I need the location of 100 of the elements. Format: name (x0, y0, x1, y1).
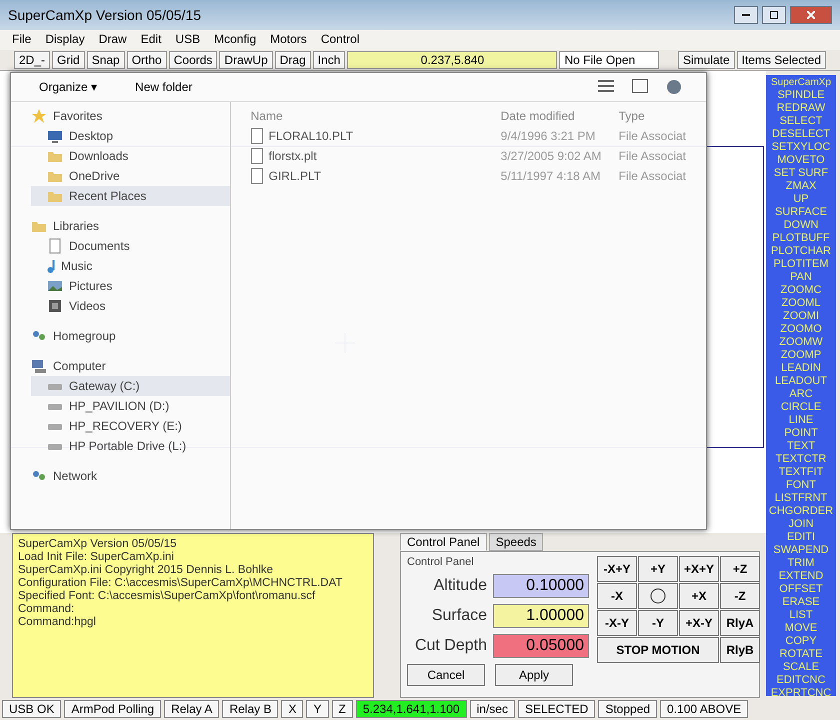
menu-item[interactable]: Motors (270, 32, 307, 48)
file-name[interactable]: FLORAL10.PLT (268, 129, 354, 143)
command-item[interactable]: ZOOMW (779, 336, 823, 349)
stop-button[interactable]: STOP MOTION (597, 637, 719, 663)
toolbar-button[interactable]: Inch (312, 51, 346, 69)
command-item[interactable]: COPY (785, 635, 817, 648)
command-item[interactable]: DOWN (784, 219, 818, 232)
new-folder-button[interactable]: New folder (131, 79, 196, 95)
panel-tab[interactable]: Control Panel (400, 533, 487, 551)
command-item[interactable]: EDITI (786, 531, 816, 544)
nav-item[interactable]: Network (31, 466, 230, 486)
jog-button[interactable]: -X (597, 583, 637, 609)
command-item[interactable]: ZOOMC (780, 284, 822, 297)
nav-item[interactable]: Music (31, 256, 230, 276)
nav-item[interactable]: HP_RECOVERY (E:) (31, 416, 230, 436)
toolbar-button[interactable]: Grid (52, 51, 85, 69)
toolbar-button[interactable]: Drag (274, 51, 311, 69)
command-item[interactable]: TEXTFIT (778, 466, 824, 479)
jog-button[interactable]: +X+Y (679, 556, 719, 582)
command-item[interactable]: PLOTITEM (773, 258, 828, 271)
dialog-button[interactable]: Apply (495, 664, 573, 686)
command-item[interactable]: EXTEND (778, 570, 824, 583)
command-item[interactable]: CHGORDER (768, 505, 834, 518)
value-field[interactable]: 0.05000 (493, 634, 589, 658)
nav-item[interactable]: HP_PAVILION (D:) (31, 396, 230, 416)
file-name[interactable]: florstx.plt (268, 149, 317, 163)
command-item[interactable]: ARC (789, 388, 813, 401)
command-item[interactable]: MOVE (784, 622, 818, 635)
command-item[interactable]: PAN (790, 271, 812, 284)
menu-item[interactable]: USB (175, 32, 200, 48)
command-item[interactable]: TEXT (786, 440, 816, 453)
jog-button[interactable]: -Y (638, 610, 678, 636)
nav-item[interactable]: Gateway (C:) (31, 376, 230, 396)
menu-item[interactable]: Mconfig (214, 32, 256, 48)
close-button[interactable] (790, 6, 832, 24)
nav-item[interactable]: HP Portable Drive (L:) (31, 436, 230, 456)
toolbar-button[interactable]: 2D_- (14, 51, 50, 69)
command-item[interactable]: ZOOMP (780, 349, 822, 362)
help-icon[interactable] (666, 79, 682, 95)
nav-item[interactable]: Desktop (31, 126, 230, 146)
toolbar-button[interactable]: Simulate (678, 51, 735, 69)
nav-item[interactable]: Computer (31, 356, 230, 376)
nav-item[interactable]: Libraries (31, 216, 230, 236)
jog-button[interactable]: RlyA (720, 610, 760, 636)
dialog-button[interactable]: Cancel (407, 664, 485, 686)
view-list-icon[interactable] (598, 79, 614, 93)
nav-item[interactable]: Videos (31, 296, 230, 316)
home-button[interactable] (638, 583, 678, 609)
command-item[interactable]: LINE (788, 414, 814, 427)
menu-item[interactable]: Control (320, 32, 360, 48)
command-item[interactable]: LEADOUT (775, 375, 827, 388)
organize-button[interactable]: Organize ▾ (35, 79, 102, 95)
command-item[interactable]: EXPRTCNC (770, 687, 832, 700)
toolbar-button[interactable]: Items Selected (736, 51, 826, 69)
command-item[interactable]: REDRAW (776, 102, 826, 115)
command-item[interactable]: DESELECT (772, 128, 830, 141)
command-item[interactable]: ROTATE (780, 648, 822, 661)
nav-item[interactable]: Recent Places (31, 186, 230, 206)
command-item[interactable]: EDITCNC (776, 674, 826, 687)
command-item[interactable]: TEXTCTR (776, 453, 826, 466)
value-field[interactable]: 0.10000 (493, 574, 589, 598)
jog-button[interactable]: +X (679, 583, 719, 609)
file-name[interactable]: GIRL.PLT (268, 169, 322, 183)
nav-item[interactable]: Documents (31, 236, 230, 256)
command-item[interactable]: UP (793, 193, 809, 206)
command-item[interactable]: LIST (789, 609, 813, 622)
jog-button[interactable]: +Y (638, 556, 678, 582)
command-item[interactable]: ZMAX (786, 180, 816, 193)
nav-item[interactable]: Homegroup (31, 326, 230, 346)
jog-button[interactable]: +X-Y (679, 610, 719, 636)
command-item[interactable]: PLOTBUFF (772, 232, 830, 245)
command-item[interactable]: JOIN (788, 518, 814, 531)
command-item[interactable]: SWAPEND (773, 544, 829, 557)
command-item[interactable]: MOVETO (777, 154, 825, 167)
command-item[interactable]: FONT (786, 479, 816, 492)
command-item[interactable]: ZOOMI (782, 310, 820, 323)
jog-button[interactable]: +Z (720, 556, 760, 582)
nav-item[interactable]: Pictures (31, 276, 230, 296)
command-item[interactable]: ZOOML (781, 297, 821, 310)
command-item[interactable]: ERASE (782, 596, 820, 609)
nav-item[interactable]: Downloads (31, 146, 230, 166)
menu-item[interactable]: File (12, 32, 32, 48)
menu-item[interactable]: Edit (140, 32, 162, 48)
jog-button[interactable]: -X-Y (597, 610, 637, 636)
jog-button[interactable]: -X+Y (597, 556, 637, 582)
command-item[interactable]: OFFSET (779, 583, 823, 596)
command-item[interactable]: SPINDLE (777, 89, 825, 102)
nav-item[interactable]: Favorites (31, 106, 230, 126)
toolbar-button[interactable]: DrawUp (219, 51, 273, 69)
command-item[interactable]: LEADIN (781, 362, 821, 375)
command-item[interactable]: SELECT (780, 115, 822, 128)
command-item[interactable]: SURFACE (775, 206, 827, 219)
jog-button[interactable]: RlyB (720, 637, 760, 663)
nav-item[interactable]: OneDrive (31, 166, 230, 186)
toolbar-button[interactable]: Coords (168, 51, 218, 69)
toolbar-button[interactable]: Ortho (126, 51, 167, 69)
jog-button[interactable]: -Z (720, 583, 760, 609)
panel-tab[interactable]: Speeds (488, 533, 544, 551)
command-item[interactable]: ZOOMO (780, 323, 822, 336)
command-item[interactable]: SET SURF (774, 167, 828, 180)
